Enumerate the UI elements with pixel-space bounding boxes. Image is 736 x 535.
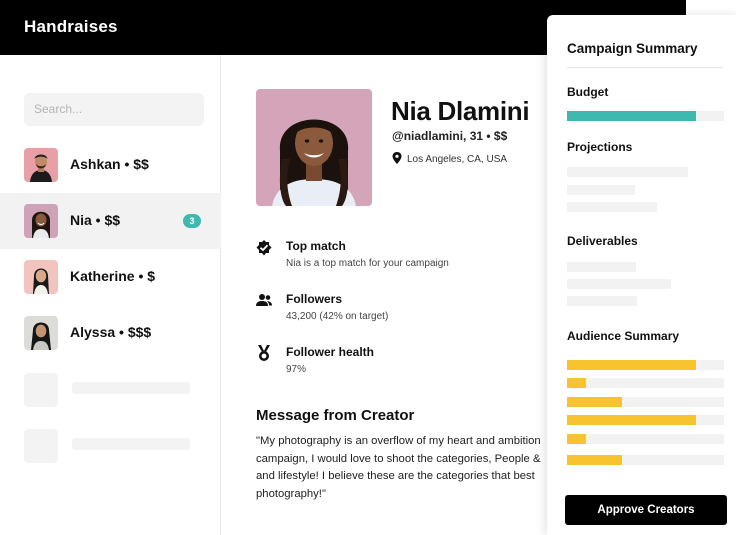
placeholder-line xyxy=(567,279,671,289)
location-text: Los Angeles, CA, USA xyxy=(407,154,508,165)
placeholder-line xyxy=(567,296,637,306)
creator-name: Katherine • $ xyxy=(70,268,156,284)
audience-bar-fill xyxy=(567,360,696,370)
profile-name: Nia Dlamini xyxy=(391,96,530,126)
placeholder-avatar xyxy=(24,373,58,407)
location-pin-icon xyxy=(392,152,404,167)
audience-bar xyxy=(567,415,724,425)
campaign-summary-panel: Campaign Summary Budget Projections Deli… xyxy=(547,15,736,535)
placeholder-line xyxy=(567,185,635,195)
app-title: Handraises xyxy=(24,17,118,36)
divider xyxy=(567,67,723,68)
creator-name: Alyssa • $$$ xyxy=(70,324,152,340)
placeholder-line xyxy=(567,167,688,177)
search-placeholder: Search... xyxy=(34,102,83,116)
stat-subtitle-followers: 43,200 (42% on target) xyxy=(286,311,389,322)
stat-title-followers: Followers xyxy=(286,292,343,306)
stat-subtitle-follower-health: 97% xyxy=(286,364,307,375)
audience-bar-fill xyxy=(567,415,696,425)
message-line: and lifestyle! I believe these are the c… xyxy=(256,470,535,482)
audience-bar-fill xyxy=(567,397,622,407)
verified-badge-icon xyxy=(255,239,273,257)
stat-title-follower-health: Follower health xyxy=(286,345,375,359)
budget-label: Budget xyxy=(567,85,609,99)
medal-icon xyxy=(255,344,273,362)
audience-bar-fill xyxy=(567,378,586,388)
budget-bar xyxy=(567,111,724,121)
message-title: Message from Creator xyxy=(256,407,415,424)
profile-location: Los Angeles, CA, USA xyxy=(392,152,507,167)
stat-subtitle-top-match: Nia is a top match for your campaign xyxy=(286,258,449,269)
creator-photo xyxy=(256,89,372,206)
creator-name: Nia • $$ xyxy=(70,212,121,228)
message-line: campaign, I would love to shoot the cate… xyxy=(256,452,541,465)
creator-item-katherine[interactable]: Katherine • $ xyxy=(0,249,221,305)
panel-title: Campaign Summary xyxy=(567,41,698,56)
search-input[interactable]: Search... xyxy=(24,93,204,126)
deliverables-label: Deliverables xyxy=(567,234,638,248)
avatar xyxy=(24,316,58,350)
audience-bar xyxy=(567,434,724,444)
budget-bar-fill xyxy=(567,111,696,121)
placeholder-line xyxy=(567,262,636,272)
placeholder-line xyxy=(72,438,190,450)
placeholder-line xyxy=(72,382,190,394)
creator-sidebar: Search... Ashkan • $$ Nia • $$ 3 Katheri… xyxy=(0,55,221,535)
message-line: "My photography is an overflow of my hea… xyxy=(256,435,541,447)
audience-bar xyxy=(567,378,724,388)
message-line: photography!" xyxy=(256,487,326,500)
creator-item-nia[interactable]: Nia • $$ 3 xyxy=(0,193,221,249)
creator-name: Ashkan • $$ xyxy=(70,156,149,172)
audience-summary-label: Audience Summary xyxy=(567,329,680,343)
avatar xyxy=(24,260,58,294)
audience-bar-fill xyxy=(567,455,622,465)
placeholder-avatar xyxy=(24,429,58,463)
people-icon xyxy=(255,291,273,309)
audience-bar-fill xyxy=(567,434,586,444)
avatar xyxy=(24,148,58,182)
approve-creators-button[interactable]: Approve Creators xyxy=(565,495,727,525)
avatar xyxy=(24,204,58,238)
projections-label: Projections xyxy=(567,140,633,154)
creator-item-alyssa[interactable]: Alyssa • $$$ xyxy=(0,305,221,361)
audience-bar xyxy=(567,455,724,465)
audience-bar xyxy=(567,360,724,370)
unread-count-badge: 3 xyxy=(183,214,201,228)
stat-title-top-match: Top match xyxy=(286,239,346,253)
audience-bar xyxy=(567,397,724,407)
placeholder-line xyxy=(567,202,657,212)
creator-item-ashkan[interactable]: Ashkan • $$ xyxy=(0,137,221,193)
message-body: "My photography is an overflow of my hea… xyxy=(256,433,556,509)
profile-handle: @niadlamini, 31 • $$ xyxy=(392,129,508,143)
